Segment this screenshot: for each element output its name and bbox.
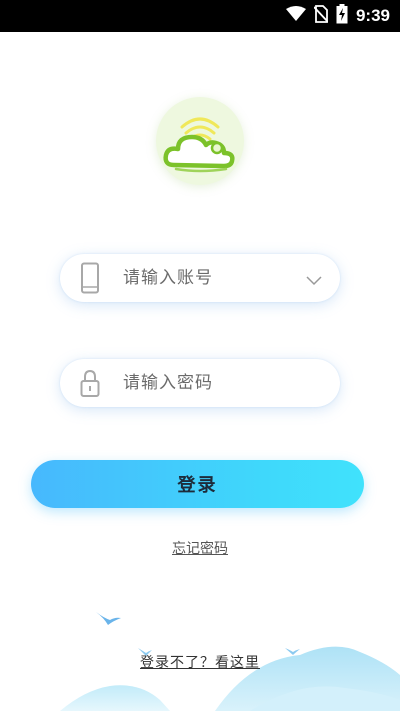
wifi-icon xyxy=(285,6,306,26)
password-input[interactable]: 请输入密码 xyxy=(123,359,213,407)
cloud-wifi-logo-icon xyxy=(163,117,235,173)
battery-charging-icon xyxy=(336,4,348,28)
account-field[interactable]: 请输入账号 xyxy=(60,254,340,302)
password-field[interactable]: 请输入密码 xyxy=(60,359,340,407)
chevron-down-icon[interactable] xyxy=(306,271,322,286)
lock-icon xyxy=(80,367,100,399)
status-time: 9:39 xyxy=(355,6,390,25)
phone-icon xyxy=(80,262,100,294)
bird-icon xyxy=(96,612,121,625)
forgot-password-link[interactable]: 忘记密码 xyxy=(0,538,400,558)
status-bar: 9:39 xyxy=(0,0,400,32)
app-logo xyxy=(156,97,244,185)
login-help-link[interactable]: 登录不了？看这里 xyxy=(0,652,400,672)
login-button[interactable]: 登录 xyxy=(31,460,364,508)
status-icons: 9:39 xyxy=(285,0,390,32)
account-input[interactable]: 请输入账号 xyxy=(123,254,213,302)
no-sim-icon xyxy=(313,5,329,27)
